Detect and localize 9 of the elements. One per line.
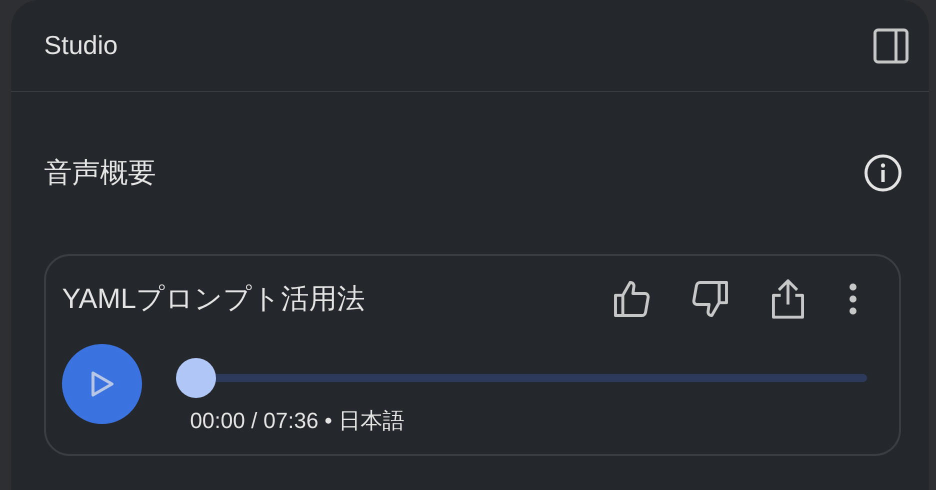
audio-title: YAMLプロンプト活用法 — [62, 282, 366, 316]
progress-thumb[interactable] — [176, 358, 216, 398]
progress-slider[interactable] — [176, 358, 867, 398]
info-icon[interactable] — [863, 153, 903, 193]
side-panel-icon[interactable] — [873, 28, 909, 64]
panel-title: Studio — [44, 29, 118, 62]
section-title: 音声概要 — [44, 156, 156, 190]
play-icon — [89, 370, 115, 398]
time-language-label: 00:00 / 07:36 • 日本語 — [190, 407, 406, 435]
